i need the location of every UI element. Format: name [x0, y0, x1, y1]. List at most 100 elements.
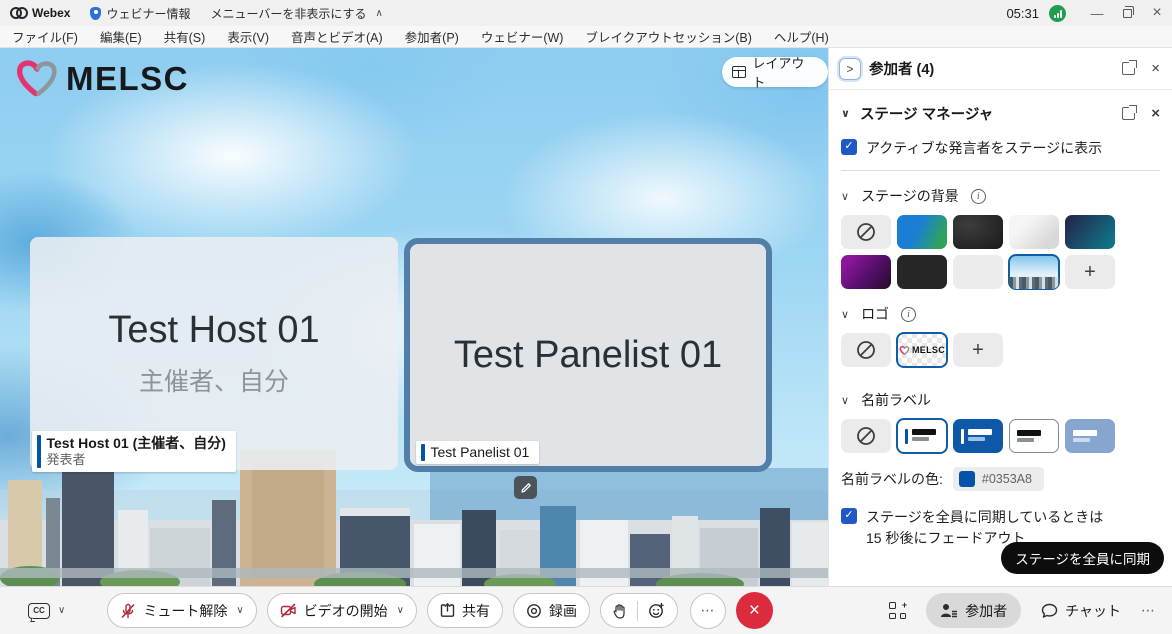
leave-meeting-button[interactable]: ×	[736, 592, 773, 629]
sync-stage-to-all-button[interactable]: ステージを全員に同期	[1001, 542, 1164, 574]
background-add-swatch[interactable]: +	[1065, 255, 1115, 289]
logo-melsc-swatch-selected[interactable]: MELSC	[897, 333, 947, 367]
name-label-style-translucent-swatch[interactable]	[1065, 419, 1115, 453]
maximize-icon	[1123, 9, 1132, 18]
more-panels-icon[interactable]: ⋯	[1141, 602, 1156, 619]
chevron-down-icon[interactable]: ∨	[841, 394, 849, 407]
chat-bubble-icon	[1041, 603, 1058, 619]
background-teal-swatch[interactable]	[1065, 215, 1115, 249]
name-label-color-picker[interactable]: #0353A8	[953, 467, 1044, 491]
share-button[interactable]: 共有	[427, 593, 503, 628]
raise-hand-icon[interactable]	[613, 603, 627, 619]
chevron-down-icon[interactable]: ∨	[841, 308, 849, 321]
webex-rings-icon	[10, 7, 28, 19]
menu-participants[interactable]: 参加者(P)	[405, 27, 459, 46]
video-tile-panelist-selected[interactable]: Test Panelist 01 Test Panelist 01	[404, 238, 772, 472]
background-purple-swatch[interactable]	[841, 255, 891, 289]
chevron-up-icon: ∧	[376, 8, 383, 19]
none-icon	[855, 425, 877, 447]
host-name-label: Test Host 01 (主催者、自分) 発表者	[32, 431, 236, 472]
menu-file[interactable]: ファイル(F)	[12, 27, 78, 46]
more-options-button[interactable]: ⋯	[690, 593, 726, 629]
webex-app-name: Webex	[32, 6, 70, 20]
closed-captions-button[interactable]: CC ∨	[28, 593, 65, 628]
info-icon[interactable]: i	[901, 307, 916, 322]
share-label: 共有	[462, 601, 490, 621]
melsc-mini-logo: MELSC	[899, 345, 945, 356]
name-label-style-bar-swatch-selected[interactable]	[897, 419, 947, 453]
start-video-chevron-icon[interactable]: ∨	[397, 605, 404, 616]
host-label-line1: Test Host 01 (主催者、自分)	[47, 435, 226, 453]
name-label-none-swatch[interactable]	[841, 419, 891, 453]
logo-none-swatch[interactable]	[841, 333, 891, 367]
none-icon	[855, 339, 877, 361]
close-window-button[interactable]: ×	[1142, 0, 1172, 26]
hide-menubar-label: メニューバーを非表示にする	[210, 5, 366, 22]
hide-menubar-button[interactable]: メニューバーを非表示にする ∧	[210, 5, 382, 22]
name-label-section-label: 名前ラベル	[861, 390, 931, 410]
chevron-down-icon[interactable]: ∨	[841, 107, 850, 120]
webex-logo: Webex	[10, 6, 70, 20]
webinar-info-button[interactable]: ウェビナー情報	[90, 5, 190, 22]
connection-quality-icon[interactable]	[1049, 5, 1066, 22]
closed-captions-icon: CC	[28, 603, 50, 619]
menu-breakout[interactable]: ブレイクアウトセッション(B)	[585, 27, 751, 46]
menu-view[interactable]: 表示(V)	[227, 27, 269, 46]
menu-audio-video[interactable]: 音声とビデオ(A)	[291, 27, 383, 46]
reactions-smiley-icon[interactable]	[648, 602, 665, 619]
checkbox-checked-icon[interactable]: ✓	[841, 508, 857, 524]
popout-stage-manager-icon[interactable]	[1122, 107, 1135, 120]
mic-muted-icon	[120, 603, 136, 619]
start-video-button[interactable]: ビデオの開始 ∨	[267, 593, 417, 628]
active-speaker-checkbox-row[interactable]: ✓ アクティブな発言者をステージに表示	[829, 138, 1172, 158]
participants-icon	[940, 603, 958, 618]
maximize-button[interactable]	[1112, 0, 1142, 26]
name-label-color-label: 名前ラベルの色:	[841, 469, 943, 489]
logo-add-swatch[interactable]: +	[953, 333, 1003, 367]
close-icon: ×	[749, 600, 760, 622]
background-dark-swatch[interactable]	[953, 215, 1003, 249]
popout-panel-icon[interactable]	[1122, 62, 1135, 75]
background-charcoal-swatch[interactable]	[897, 255, 947, 289]
menu-webinar[interactable]: ウェビナー(W)	[481, 27, 564, 46]
video-tile-host[interactable]: Test Host 01 主催者、自分 Test Host 01 (主催者、自分…	[30, 237, 398, 470]
layout-button[interactable]: レイアウト	[722, 57, 828, 87]
apps-icon[interactable]: +	[889, 602, 906, 619]
menu-edit[interactable]: 編集(E)	[100, 27, 142, 46]
melsc-stage-logo: MELSC	[14, 58, 189, 100]
checkbox-checked-icon[interactable]: ✓	[841, 139, 857, 155]
unmute-chevron-icon[interactable]: ∨	[236, 605, 243, 616]
participants-panel-button-active[interactable]: 参加者	[926, 593, 1021, 628]
none-icon	[855, 221, 877, 243]
background-city-swatch-selected[interactable]	[1009, 255, 1059, 289]
background-none-swatch[interactable]	[841, 215, 891, 249]
name-label-style-filled-swatch[interactable]	[953, 419, 1003, 453]
menu-share[interactable]: 共有(S)	[164, 27, 206, 46]
logo-section-label: ロゴ	[861, 304, 889, 324]
chevron-down-icon[interactable]: ∨	[841, 190, 849, 203]
collapse-panel-button[interactable]: >	[839, 58, 861, 80]
stage-manager-title: ステージ マネージャ	[860, 103, 993, 124]
record-button[interactable]: 録画	[513, 593, 590, 628]
chat-panel-button[interactable]: チャット	[1041, 601, 1121, 621]
panelist-label-line1: Test Panelist 01	[431, 444, 530, 462]
name-label-color-value: #0353A8	[982, 472, 1032, 486]
share-icon	[440, 603, 455, 618]
name-label-swatch-row	[829, 419, 1172, 453]
edit-tile-button[interactable]	[514, 476, 537, 499]
menu-help[interactable]: ヘルプ(H)	[774, 27, 829, 46]
unmute-button[interactable]: ミュート解除 ∨	[107, 593, 256, 628]
background-bluegreen-swatch[interactable]	[897, 215, 947, 249]
logo-section-header: ∨ ロゴ i	[829, 301, 1172, 327]
minimize-button[interactable]: —	[1082, 0, 1112, 26]
background-light-swatch[interactable]	[1009, 215, 1059, 249]
name-label-style-plain-swatch[interactable]	[1009, 419, 1059, 453]
cc-chevron-down-icon[interactable]: ∨	[58, 593, 65, 628]
close-stage-manager-icon[interactable]: ×	[1151, 106, 1160, 121]
close-panel-icon[interactable]: ×	[1151, 61, 1160, 76]
info-icon[interactable]: i	[971, 189, 986, 204]
unmute-label: ミュート解除	[143, 601, 227, 621]
background-gray-swatch[interactable]	[953, 255, 1003, 289]
webinar-info-label: ウェビナー情報	[106, 5, 190, 22]
layout-grid-icon	[732, 66, 746, 78]
